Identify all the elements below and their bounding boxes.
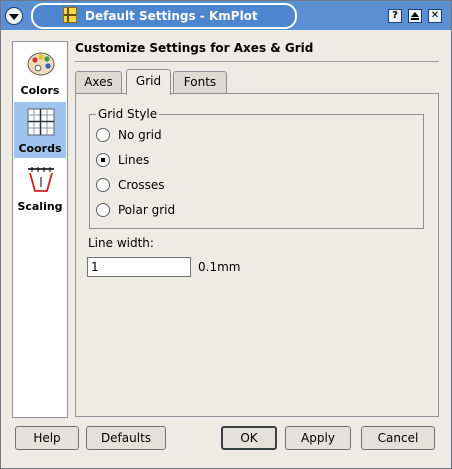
help-button[interactable]: Help — [15, 426, 79, 450]
sidebar-item-scaling[interactable]: Scaling — [14, 160, 66, 216]
help-title-button[interactable]: ? — [388, 9, 402, 23]
tab-grid[interactable]: Grid — [126, 69, 171, 95]
line-width-input[interactable] — [87, 257, 191, 277]
dialog-window: Default Settings - KmPlot ? ✕ Colors Coo… — [0, 0, 452, 469]
sidebar-item-label: Colors — [20, 84, 60, 97]
tab-fonts[interactable]: Fonts — [173, 71, 227, 93]
radio-label: No grid — [118, 128, 162, 142]
line-width-label: Line width: — [88, 236, 154, 250]
settings-sidebar: Colors Coords Scaling — [12, 41, 68, 418]
help-button-label: Help — [33, 431, 61, 445]
cancel-button-label: Cancel — [377, 431, 419, 445]
ok-button-label: OK — [240, 431, 258, 445]
apply-button-label: Apply — [301, 431, 335, 445]
radio-circle[interactable] — [96, 178, 110, 192]
defaults-button-label: Defaults — [100, 431, 152, 445]
radio-circle[interactable] — [96, 203, 110, 217]
radio-label: Lines — [118, 153, 150, 167]
coordinate-grid-icon — [27, 108, 55, 136]
grid-style-title: Grid Style — [96, 107, 160, 121]
close-title-button[interactable]: ✕ — [428, 9, 442, 23]
page-heading: Customize Settings for Axes & Grid — [75, 41, 314, 55]
line-width-unit: 0.1mm — [198, 260, 241, 274]
tab-axes[interactable]: Axes — [75, 71, 122, 93]
scaling-icon — [28, 167, 54, 192]
kmplot-app-icon — [63, 7, 77, 23]
apply-button[interactable]: Apply — [285, 426, 351, 450]
chevron-down-icon — [9, 14, 19, 20]
radio-checked-dot — [101, 158, 105, 162]
radio-circle[interactable] — [96, 128, 110, 142]
ok-button[interactable]: OK — [221, 426, 277, 450]
window-title: Default Settings - KmPlot — [85, 9, 258, 23]
window-menu-button[interactable] — [5, 7, 23, 25]
heading-divider — [75, 61, 439, 62]
radio-label: Crosses — [118, 178, 165, 192]
title-bar[interactable]: Default Settings - KmPlot ? ✕ — [1, 1, 451, 30]
sidebar-item-coords[interactable]: Coords — [14, 102, 66, 158]
palette-icon — [27, 52, 55, 76]
shade-title-button[interactable] — [408, 9, 422, 23]
sidebar-item-label: Coords — [18, 142, 62, 155]
cancel-button[interactable]: Cancel — [361, 426, 435, 450]
defaults-button[interactable]: Defaults — [86, 426, 166, 450]
sidebar-item-colors[interactable]: Colors — [14, 44, 66, 100]
radio-circle[interactable] — [96, 153, 110, 167]
shade-icon — [411, 12, 419, 20]
sidebar-item-label: Scaling — [17, 200, 63, 213]
radio-label: Polar grid — [118, 203, 176, 217]
title-caption[interactable]: Default Settings - KmPlot — [31, 3, 297, 29]
